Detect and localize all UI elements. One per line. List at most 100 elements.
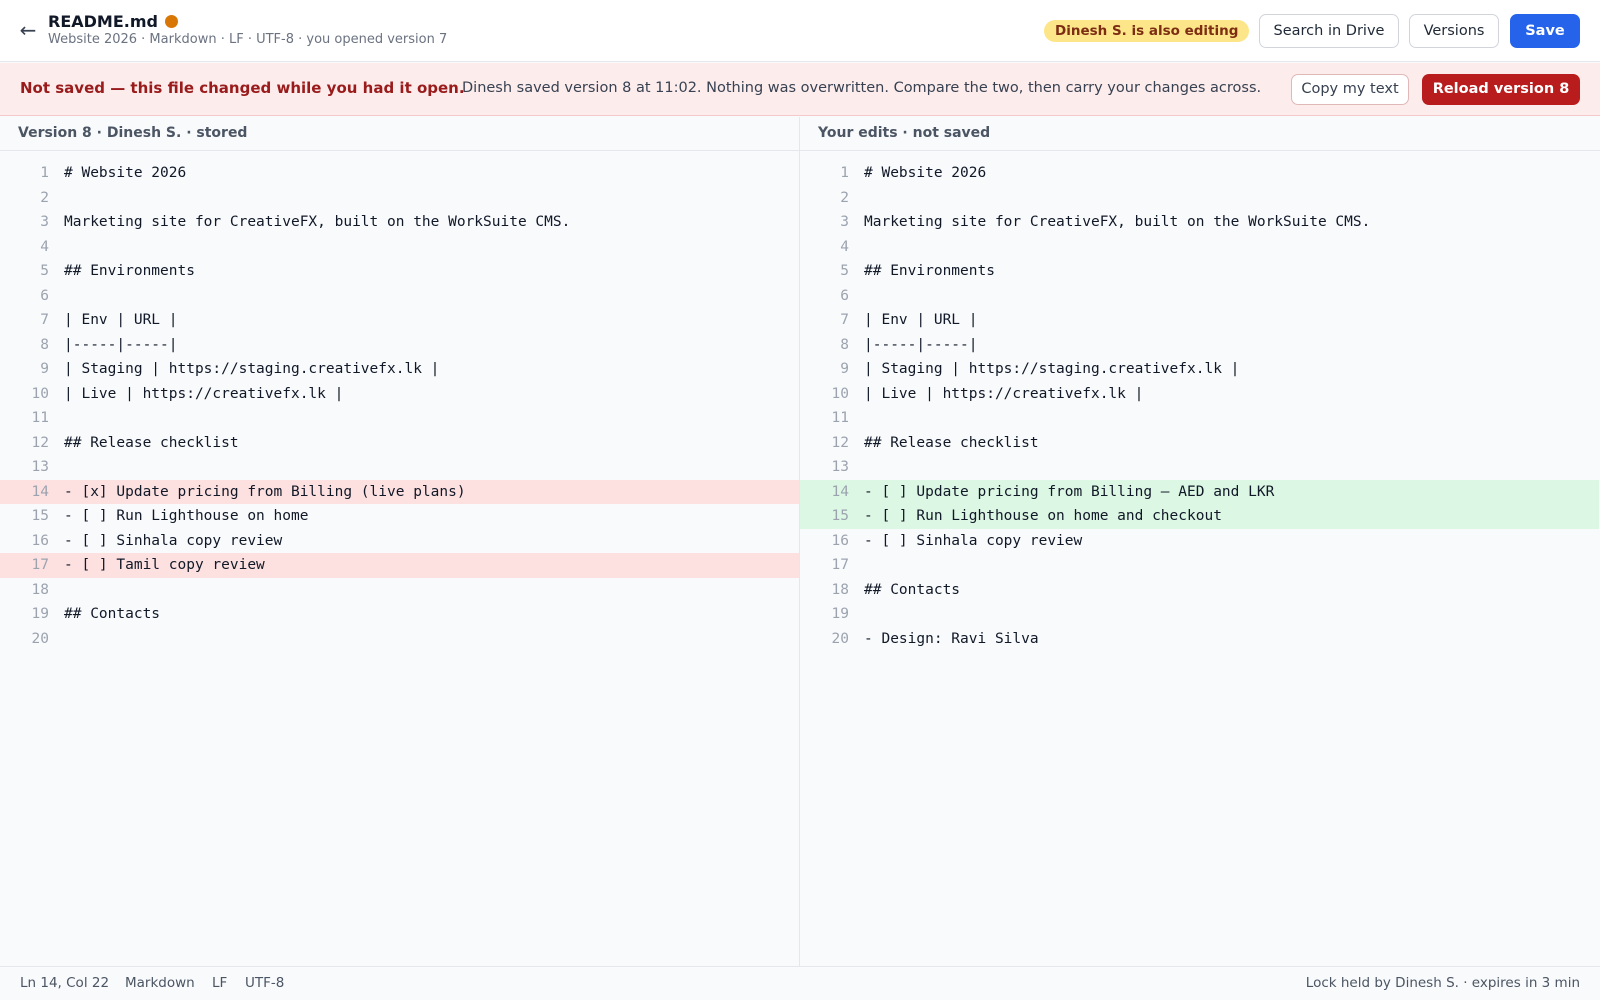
code-line: 15 - [ ] Run Lighthouse on home [0,504,799,529]
file-title: README.md [48,12,178,31]
line-number: 2 [40,189,49,206]
reload-version-button[interactable]: Reload version 8 [1422,74,1580,105]
code-line: 16 - [ ] Sinhala copy review [800,529,1599,554]
line-text: - [ ] Tamil copy review [64,557,265,573]
code-line: 7 | Env | URL | [800,308,1599,333]
code-line: 20 [0,627,799,652]
copy-my-text-button[interactable]: Copy my text [1291,74,1409,105]
language-mode[interactable]: Markdown [125,967,195,1000]
code-line: 18 ## Contacts [800,578,1599,603]
line-number: 20 [31,630,49,647]
line-text: - [ ] Run Lighthouse on home and checkou… [864,508,1222,524]
line-ending[interactable]: LF [212,967,227,1000]
line-number: 18 [31,581,49,598]
line-text: | Env | URL | [864,312,978,328]
code-line: 13 [800,455,1599,480]
line-number: 7 [40,312,49,328]
line-text: Marketing site for CreativeFX, built on … [64,214,571,230]
line-text: ## Contacts [64,606,161,622]
encoding[interactable]: UTF-8 [245,967,284,1000]
code-line: 3 Marketing site for CreativeFX, built on… [800,210,1599,235]
presence-badge: Dinesh S. is also editing [1044,20,1250,42]
code-line: 10 | Live | https://creativefx.lk | [0,382,799,407]
line-number: 2 [840,189,849,206]
code-line: 6 [0,284,799,309]
versions-button[interactable]: Versions [1409,14,1499,48]
editor-header: ← README.md Website 2026 · Markdown · LF… [0,0,1600,62]
line-number: 3 [40,214,49,230]
line-number: 1 [840,165,849,181]
save-button[interactable]: Save [1510,14,1580,48]
code-line: 20 - Design: Ravi Silva [800,627,1599,652]
unsaved-indicator-icon [164,15,178,28]
line-number: 9 [840,361,849,377]
local-edits-code[interactable]: 1 # Website 2026 2 3 Marketing site for Crea… [800,161,1600,651]
code-line: 19 ## Contacts [0,602,799,627]
line-number: 16 [31,532,49,549]
line-text: - Design: Ravi Silva [864,630,1039,647]
line-number: 10 [831,385,849,402]
code-line: 8 |-----|-----| [800,333,1599,358]
stored-version-pane-title: Version 8 · Dinesh S. · stored [0,117,800,151]
line-number: 13 [831,459,849,475]
line-number: 17 [31,557,49,573]
code-line: 14 - [x] Update pricing from Billing (liv… [0,479,799,504]
code-line: 19 [800,602,1599,627]
line-text: - [ ] Run Lighthouse on home [64,508,309,524]
conflict-message: Dinesh saved version 8 at 11:02. Nothing… [462,80,1262,96]
line-text: ## Environments [864,263,995,279]
code-line: 9 | Staging | https://staging.creativefx.… [800,357,1599,382]
code-line: 8 |-----|-----| [0,333,799,358]
line-number: 4 [40,238,49,255]
line-text: - [x] Update pricing from Billing (live … [64,483,466,500]
stored-version-code: 1 # Website 2026 2 3 Marketing site for Crea… [0,161,800,651]
code-line: 15 - [ ] Run Lighthouse on home and check… [800,504,1599,529]
line-text: - [ ] Update pricing from Billing — AED … [864,483,1275,500]
line-number: 17 [831,557,849,573]
line-number: 5 [40,263,49,279]
line-text: |-----|-----| [864,336,978,353]
code-line: 5 ## Environments [800,259,1599,284]
back-arrow-icon[interactable]: ← [16,18,40,42]
code-line: 10 | Live | https://creativefx.lk | [800,382,1599,407]
conflict-title: Not saved — this file changed while you … [20,79,465,97]
line-number: 4 [840,238,849,255]
status-bar: Ln 14, Col 22 Markdown LF UTF-8 Lock hel… [0,966,1600,1000]
line-number: 3 [840,214,849,230]
code-line: 1 # Website 2026 [800,161,1599,186]
local-edits-pane-title: Your edits · not saved [800,117,1600,151]
code-line: 6 [800,284,1599,309]
code-line: 9 | Staging | https://staging.creativefx.… [0,357,799,382]
line-text: | Staging | https://staging.creativefx.l… [864,361,1240,377]
line-number: 19 [831,606,849,622]
line-number: 12 [31,434,49,451]
code-line: 16 - [ ] Sinhala copy review [0,529,799,554]
line-text: | Staging | https://staging.creativefx.l… [64,361,440,377]
line-text: Marketing site for CreativeFX, built on … [864,214,1371,230]
code-line: 2 [800,186,1599,211]
line-text: ## Environments [64,263,195,279]
file-name: README.md [48,12,158,31]
code-line: 11 [0,406,799,431]
line-number: 10 [31,385,49,402]
line-number: 9 [40,361,49,377]
line-number: 6 [840,287,849,304]
line-text: ## Contacts [864,581,961,598]
conflict-banner: Not saved — this file changed while you … [0,63,1600,116]
line-number: 8 [40,336,49,353]
code-line: 17 [800,553,1599,578]
file-meta: Website 2026 · Markdown · LF · UTF-8 · y… [48,32,448,47]
line-text: # Website 2026 [64,165,187,181]
line-text: ## Release checklist [864,434,1039,451]
line-text: ## Release checklist [64,434,239,451]
line-number: 14 [31,483,49,500]
lock-status: Lock held by Dinesh S. · expires in 3 mi… [1305,975,1580,991]
line-number: 6 [40,287,49,304]
line-number: 11 [831,410,849,426]
code-line: 14 - [ ] Update pricing from Billing — AE… [800,479,1599,504]
line-text: | Env | URL | [64,312,178,328]
code-line: 12 ## Release checklist [0,431,799,456]
line-text: - [ ] Sinhala copy review [64,532,283,549]
search-in-drive-button[interactable]: Search in Drive [1259,14,1399,48]
cursor-position[interactable]: Ln 14, Col 22 [20,967,109,1000]
